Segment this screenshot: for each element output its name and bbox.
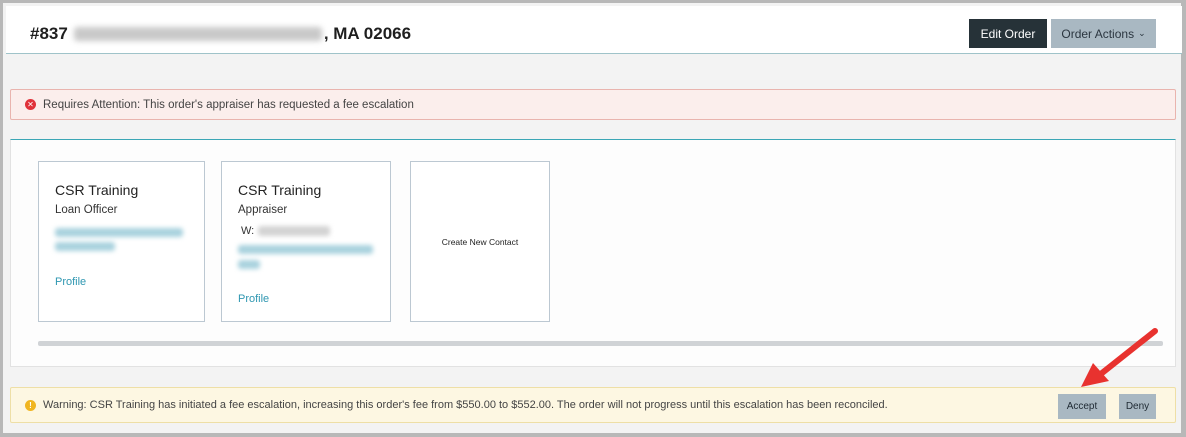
deny-button[interactable]: Deny — [1119, 394, 1156, 419]
error-circle-icon: ✕ — [25, 99, 36, 110]
order-header: #837 , MA 02066 Edit Order Order Actions… — [6, 6, 1182, 54]
redacted-email-line2 — [238, 260, 260, 269]
contact-role: Appraiser — [238, 204, 288, 216]
redacted-email-line2 — [55, 242, 115, 251]
work-phone-label: W: — [241, 225, 255, 237]
annotation-arrow-icon — [1081, 328, 1158, 387]
accept-button[interactable]: Accept — [1058, 394, 1106, 419]
redacted-phone — [258, 226, 330, 236]
requires-attention-alert: ✕ Requires Attention: This order's appra… — [10, 89, 1176, 120]
attention-text: Requires Attention: This order's apprais… — [43, 98, 414, 111]
chevron-down-icon: ⌄ — [1138, 28, 1146, 38]
redacted-email — [55, 228, 183, 237]
order-number: #837 — [30, 24, 68, 43]
contact-role: Loan Officer — [55, 204, 118, 216]
warning-message: ! Warning: CSR Training has initiated a … — [25, 399, 888, 411]
redacted-email — [238, 245, 373, 254]
contact-name: CSR Training — [55, 182, 139, 198]
contacts-panel: CSR Training Loan Officer Profile CSR Tr… — [10, 139, 1176, 367]
edit-order-button[interactable]: Edit Order — [969, 19, 1047, 48]
redacted-address — [73, 27, 322, 41]
page-title: #837 , MA 02066 — [30, 24, 411, 44]
order-actions-button[interactable]: Order Actions ⌄ — [1051, 19, 1156, 48]
profile-link[interactable]: Profile — [238, 293, 269, 305]
create-new-contact-label: Create New Contact — [441, 236, 519, 247]
contact-card-appraiser: CSR Training Appraiser W: Profile — [221, 161, 391, 322]
warning-circle-icon: ! — [25, 399, 36, 411]
contact-card-loan-officer: CSR Training Loan Officer Profile — [38, 161, 205, 322]
warning-text: Warning: CSR Training has initiated a fe… — [43, 399, 888, 411]
address-suffix: , MA 02066 — [323, 24, 412, 43]
profile-link[interactable]: Profile — [55, 276, 86, 288]
create-new-contact-card[interactable]: Create New Contact — [410, 161, 550, 322]
order-actions-label: Order Actions — [1061, 26, 1135, 41]
fee-escalation-warning: ! Warning: CSR Training has initiated a … — [10, 387, 1176, 423]
horizontal-scrollbar[interactable] — [38, 341, 1163, 346]
contact-name: CSR Training — [238, 182, 322, 198]
